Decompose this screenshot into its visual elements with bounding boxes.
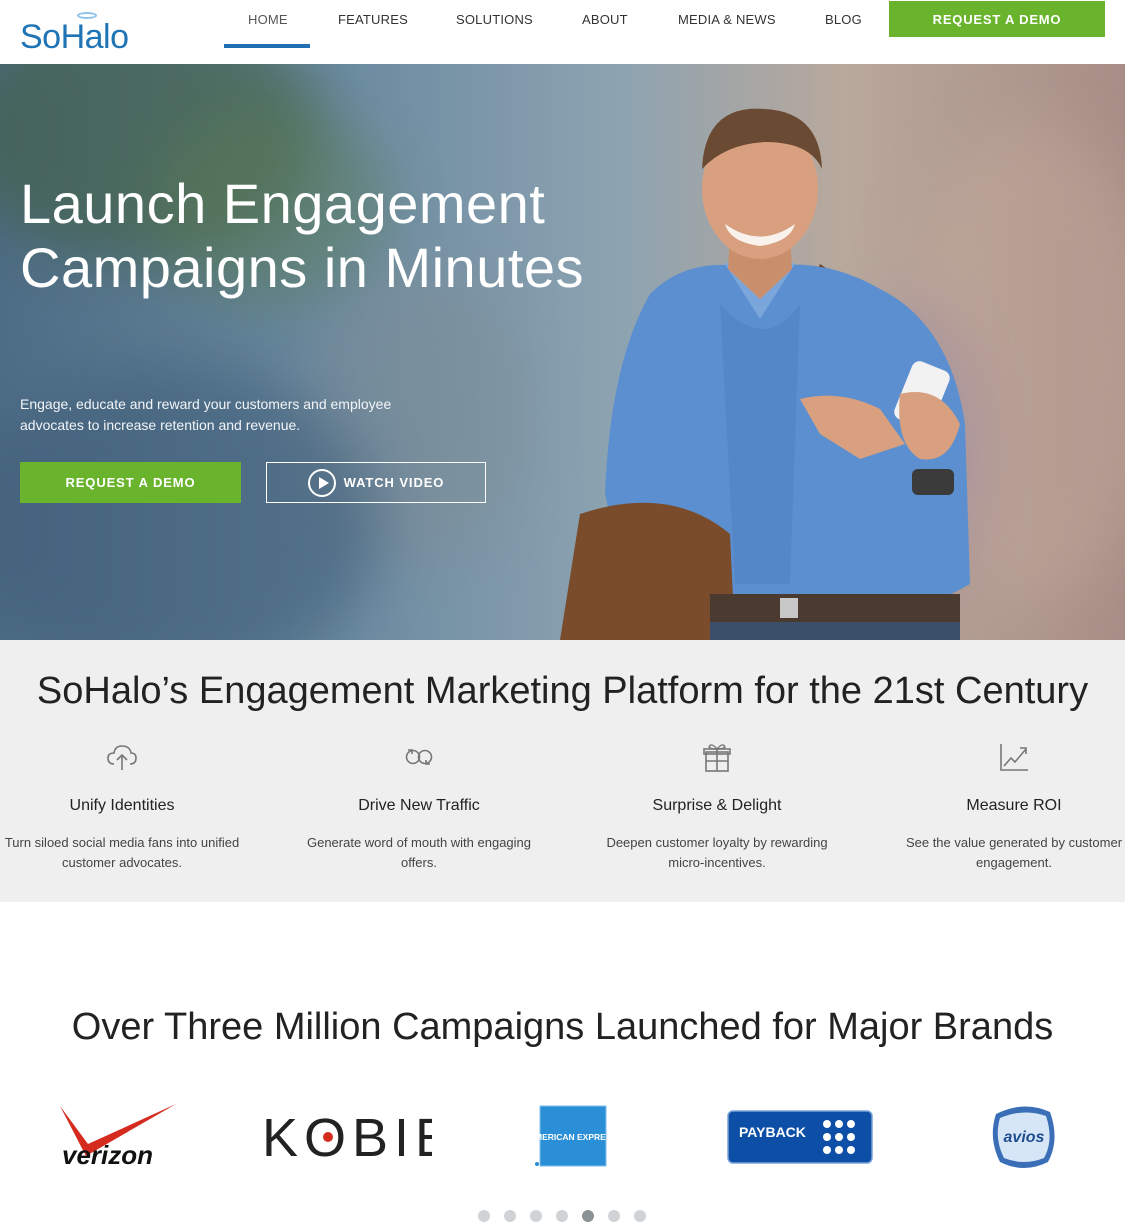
carousel-dot[interactable] — [608, 1210, 620, 1222]
feature-unify-identities: Unify Identities Turn siloed social medi… — [0, 740, 252, 873]
hero-request-demo-button[interactable]: REQUEST A DEMO — [20, 462, 241, 503]
feature-title: Unify Identities — [69, 797, 175, 814]
nav-item-about[interactable]: ABOUT — [582, 12, 628, 32]
logo-text: SoHalo — [20, 18, 129, 56]
top-navigation: SoHalo HOME FEATURES SOLUTIONS ABOUT MED… — [0, 0, 1125, 64]
feature-title: Measure ROI — [966, 797, 1062, 814]
feature-description: Turn siloed social media fans into unifi… — [4, 835, 240, 870]
brands-title: Over Three Million Campaigns Launched fo… — [71, 1006, 1054, 1048]
sohalo-logo[interactable]: SoHalo — [20, 12, 150, 56]
hero-subtitle: Engage, educate and reward your customer… — [20, 396, 392, 433]
play-icon — [307, 468, 336, 497]
hero-title: Launch Engagement Campaigns in Minutes — [20, 172, 585, 299]
feature-drive-new-traffic: Drive New Traffic Generate word of mouth… — [289, 740, 549, 873]
feature-description: Generate word of mouth with engaging off… — [306, 835, 532, 870]
avios-logo: avios — [992, 1106, 1055, 1168]
gift-icon — [703, 744, 731, 772]
nav-item-home[interactable]: HOME — [248, 12, 288, 32]
watch-video-label: WATCH VIDEO — [343, 475, 445, 490]
avios-logo-text: avios — [1004, 1129, 1045, 1146]
watch-video-button[interactable]: WATCH VIDEO — [266, 462, 486, 503]
payback-logo: PAYBACK — [727, 1110, 873, 1164]
brands-carousel-dots — [478, 1210, 646, 1224]
carousel-dot[interactable] — [504, 1210, 516, 1222]
infinity-refresh-icon — [405, 749, 433, 765]
hero-banner: Launch Engagement Campaigns in Minutes E… — [0, 64, 1125, 640]
cloud-upload-icon — [107, 745, 137, 770]
feature-measure-roi: Measure ROI See the value generated by c… — [884, 740, 1125, 873]
active-nav-indicator — [224, 44, 310, 48]
verizon-logo-text: verizon — [62, 1140, 153, 1170]
kobie-logo-text: KOBIE — [262, 1108, 432, 1166]
nav-item-media-news[interactable]: MEDIA & NEWS — [678, 12, 776, 32]
feature-title: Surprise & Delight — [652, 797, 782, 814]
carousel-dot[interactable] — [634, 1210, 646, 1222]
verizon-logo: verizon — [60, 1104, 176, 1170]
features-title: SoHalo’s Engagement Marketing Platform f… — [36, 670, 1089, 712]
amex-logo-text: AMERICAN EXPRESS — [532, 1132, 612, 1142]
nav-request-demo-button[interactable]: REQUEST A DEMO — [889, 1, 1105, 37]
nav-item-features[interactable]: FEATURES — [338, 12, 408, 32]
feature-surprise-delight: Surprise & Delight Deepen customer loyal… — [587, 740, 847, 873]
feature-title: Drive New Traffic — [358, 797, 480, 814]
features-section: SoHalo’s Engagement Marketing Platform f… — [0, 640, 1125, 902]
american-express-logo: AMERICAN EXPRESS — [532, 1105, 612, 1167]
carousel-dot[interactable] — [556, 1210, 568, 1222]
nav-item-solutions[interactable]: SOLUTIONS — [456, 12, 533, 32]
feature-description: Deepen customer loyalty by rewarding mic… — [606, 835, 828, 870]
hero-person-image — [560, 108, 970, 640]
carousel-dot[interactable] — [530, 1210, 542, 1222]
growth-chart-icon — [1000, 744, 1028, 771]
carousel-dot[interactable] — [582, 1210, 594, 1222]
feature-description: See the value generated by customer enga… — [905, 835, 1123, 870]
kobie-logo: KOBIE — [262, 1108, 432, 1166]
carousel-dot[interactable] — [478, 1210, 490, 1222]
nav-item-blog[interactable]: BLOG — [825, 12, 862, 32]
payback-logo-text: PAYBACK — [739, 1124, 806, 1140]
